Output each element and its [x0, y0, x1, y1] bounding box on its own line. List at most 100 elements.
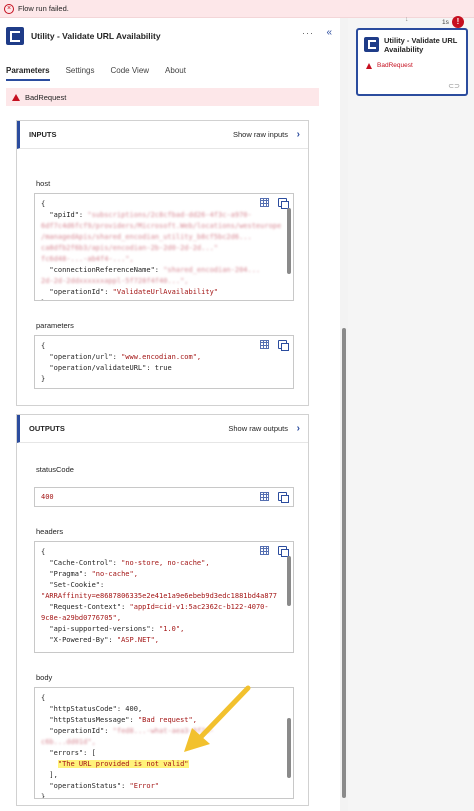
tab-settings[interactable]: Settings	[66, 66, 95, 81]
code-key: "Request-Context":	[41, 603, 130, 611]
code-key: }	[41, 793, 46, 799]
host-scrollbar[interactable]	[287, 208, 291, 274]
headers-json-lines: { "Cache-Control": "no-store, no-cache",…	[41, 547, 287, 646]
warning-icon	[12, 93, 20, 101]
code-line: "Request-Context": "appId=cid-v1:5ac2362…	[41, 602, 287, 613]
code-line: "Cache-Control": "no-store, no-cache",	[41, 558, 287, 569]
code-line: }	[41, 298, 287, 300]
encodian-logo-icon	[364, 37, 379, 52]
panel-tabs: Parameters Settings Code View About	[6, 66, 202, 81]
code-line: 6df7c4d6fcf9/providers/Microsoft.Web/loc…	[41, 221, 287, 232]
more-options-icon[interactable]: ···	[302, 28, 314, 38]
duration-label: 1s	[442, 19, 449, 26]
host-code-box[interactable]: { "apiId": "subscriptions/2c8cfbad-dd26-…	[34, 193, 294, 301]
code-key: "httpStatusMessage":	[41, 716, 138, 724]
table-view-icon[interactable]	[260, 198, 269, 207]
code-value: "The URL provided is not valid"	[57, 760, 189, 768]
code-line: "X-Powered-By": "ASP.NET",	[41, 635, 287, 646]
body-scrollbar[interactable]	[287, 718, 291, 778]
code-key: "Cache-Control":	[41, 559, 122, 567]
code-line: "ARRAffinity=e8687806335e2e41e1a9e6ebeb9…	[41, 591, 287, 602]
code-key: "operation/url":	[41, 353, 122, 361]
panel-scrollbar[interactable]	[340, 18, 348, 811]
panel-header: Utility - Validate URL Availability ··· …	[6, 26, 336, 46]
code-line: "connectionReferenceName": "shared_encod…	[41, 265, 287, 276]
code-line: "The URL provided is not valid"	[41, 759, 287, 770]
chevron-right-icon[interactable]: ›	[297, 129, 300, 140]
copy-icon[interactable]	[278, 546, 289, 557]
parameters-label: parameters	[36, 321, 74, 330]
code-line: "Pragma": "no-cache",	[41, 569, 287, 580]
code-value: 6df7c4d6fcf9/providers/Microsoft.Web/loc…	[41, 222, 282, 230]
error-text: BadRequest	[25, 92, 67, 102]
copy-icon[interactable]	[278, 492, 289, 503]
code-key: "operationId":	[41, 288, 113, 296]
table-view-icon[interactable]	[260, 546, 269, 555]
code-key: ],	[41, 771, 58, 779]
chevron-right-icon[interactable]: ›	[297, 423, 300, 434]
encodian-logo-icon	[6, 27, 24, 45]
host-json-lines: { "apiId": "subscriptions/2c8cfbad-dd26-…	[41, 199, 287, 300]
collapse-panel-icon[interactable]: «	[326, 27, 332, 38]
headers-scrollbar[interactable]	[287, 556, 291, 606]
code-line: /managedApis/shared_encodian_utility_b8c…	[41, 232, 287, 243]
table-view-icon[interactable]	[260, 492, 269, 501]
body-label: body	[36, 673, 53, 682]
parameters-code-box[interactable]: { "operation/url": "www.encodian.com", "…	[34, 335, 294, 389]
code-value: c6b...dd01d",	[41, 738, 96, 746]
annotation-arrow-icon	[184, 685, 251, 752]
copy-icon[interactable]	[278, 198, 289, 209]
code-line: 2d-2d-2ddxxxxxxappl-5f728f4f40...",	[41, 276, 287, 287]
table-view-icon[interactable]	[260, 340, 269, 349]
action-details-panel: Utility - Validate URL Availability ··· …	[0, 18, 340, 811]
code-line: fc6d48-...-ab4f4-...",	[41, 254, 287, 265]
code-line: "Set-Cookie":	[41, 580, 287, 591]
error-message-bar: BadRequest	[6, 88, 319, 106]
status-code-box[interactable]: 400	[34, 487, 294, 507]
code-line: }	[41, 792, 287, 799]
code-value: "shared_encodian-204...	[163, 266, 261, 274]
link-icon[interactable]: ⊂⊃	[448, 82, 460, 90]
code-key: "operation/validateURL":	[41, 364, 155, 372]
code-value: "appId=cid-v1:5ac2362c-b122-4070-	[129, 603, 269, 611]
host-label: host	[36, 179, 51, 188]
tab-about[interactable]: About	[165, 66, 186, 81]
code-value: "no-store, no-cache",	[121, 559, 210, 567]
tab-code-view[interactable]: Code View	[111, 66, 150, 81]
code-key: {	[41, 694, 46, 702]
code-value: "ASP.NET",	[116, 636, 160, 644]
inputs-card: INPUTS Show raw inputs › host { "apiId":…	[16, 120, 309, 406]
panel-scroll-thumb[interactable]	[342, 328, 346, 798]
copy-icon[interactable]	[278, 340, 289, 351]
headers-code-box[interactable]: { "Cache-Control": "no-store, no-cache",…	[34, 541, 294, 653]
code-value: true	[154, 364, 172, 372]
node-status: BadRequest	[377, 62, 413, 69]
code-key: "errors": [	[41, 749, 96, 757]
code-key: "api-supported-versions":	[41, 625, 160, 633]
code-key: "connectionReferenceName":	[41, 266, 164, 274]
outputs-label: OUTPUTS	[29, 424, 65, 433]
outputs-header: OUTPUTS Show raw outputs ›	[17, 415, 308, 443]
status-code-label: statusCode	[36, 465, 74, 474]
code-value: "subscriptions/2c8cfbad-dd26-4f3c-a970-	[87, 211, 252, 219]
arrow-down-icon: ↓	[405, 16, 409, 23]
code-value: "Error"	[129, 782, 160, 790]
code-line: "operationId": "ValidateUrlAvailability"	[41, 287, 287, 298]
code-key: "operationStatus":	[41, 782, 130, 790]
code-value: "www.encodian.com",	[121, 353, 202, 361]
show-raw-inputs-link[interactable]: Show raw inputs	[233, 130, 288, 139]
code-key: "Pragma":	[41, 570, 92, 578]
code-value: ca8dfb2f6b3/apis/encodian-2b-2d0-2d-2d..…	[41, 244, 219, 252]
code-value: "ValidateUrlAvailability"	[112, 288, 219, 296]
flow-action-node[interactable]: Utility - Validate URL Availability BadR…	[356, 28, 468, 96]
banner-message: Flow run failed.	[18, 4, 69, 13]
code-key: "httpStatusCode":	[41, 705, 126, 713]
tab-parameters[interactable]: Parameters	[6, 66, 50, 81]
error-circle-icon: ×	[4, 3, 14, 14]
code-key: {	[41, 342, 46, 350]
error-badge-icon: !	[452, 16, 464, 28]
show-raw-outputs-link[interactable]: Show raw outputs	[228, 424, 288, 433]
inputs-label: INPUTS	[29, 130, 57, 139]
code-value: "ARRAffinity=e8687806335e2e41e1a9e6ebeb9…	[41, 592, 278, 600]
code-line: "operation/url": "www.encodian.com",	[41, 352, 287, 363]
